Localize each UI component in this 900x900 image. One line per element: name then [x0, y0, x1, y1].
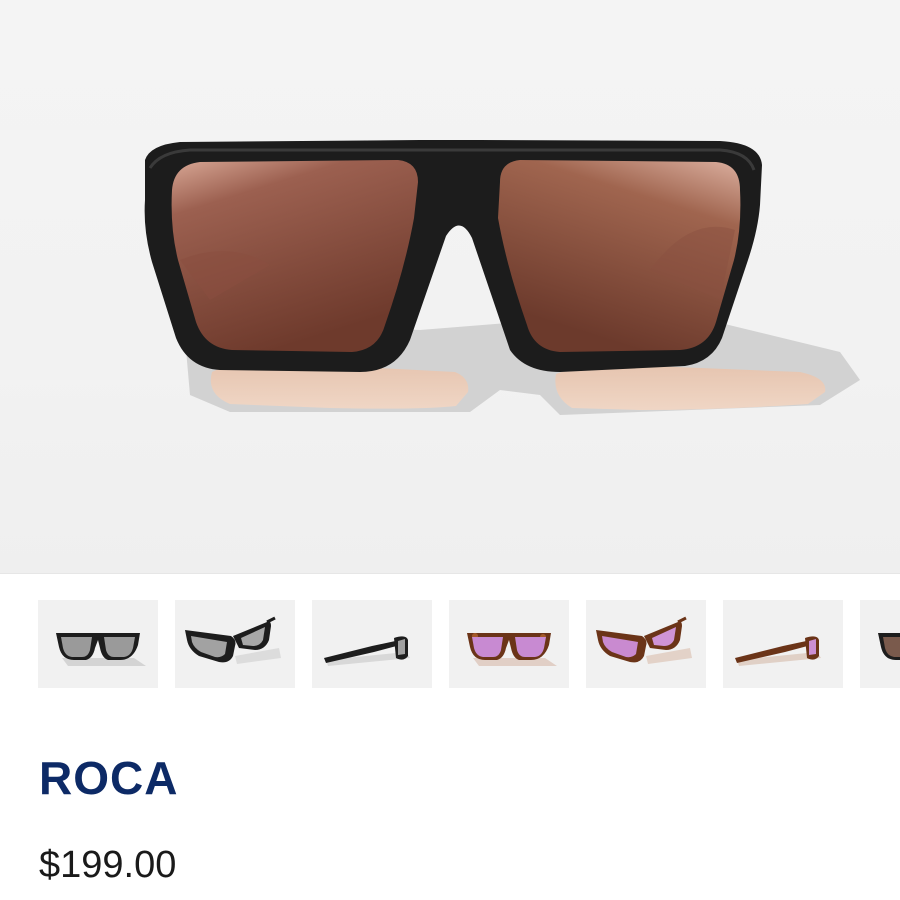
sunglasses-front-icon [144, 140, 860, 415]
thumbnail-black-silver-side[interactable] [312, 600, 432, 688]
sunglasses-thumbnail-icon [324, 636, 410, 666]
thumbnail-tortoise-pink-angle[interactable] [586, 600, 706, 688]
thumbnail-strip [0, 600, 900, 690]
sunglasses-thumbnail-icon [596, 616, 692, 664]
product-price: $199.00 [39, 844, 177, 886]
thumbnail-tortoise-pink-side[interactable] [723, 600, 843, 688]
thumbnail-black-silver-angle[interactable] [175, 600, 295, 688]
product-title: ROCA [39, 752, 179, 804]
sunglasses-thumbnail-icon [735, 636, 821, 666]
product-hero-image[interactable] [0, 0, 900, 574]
sunglasses-thumbnail-icon [185, 616, 281, 664]
thumbnail-partial-front[interactable] [860, 600, 900, 688]
thumbnail-black-silver-front[interactable] [38, 600, 158, 688]
thumbnail-tortoise-pink-front[interactable] [449, 600, 569, 688]
sunglasses-thumbnail-icon [878, 633, 900, 660]
product-page: ROCA $199.00 [0, 0, 900, 900]
sunglasses-thumbnail-icon [467, 633, 557, 666]
sunglasses-thumbnail-icon [56, 633, 146, 666]
